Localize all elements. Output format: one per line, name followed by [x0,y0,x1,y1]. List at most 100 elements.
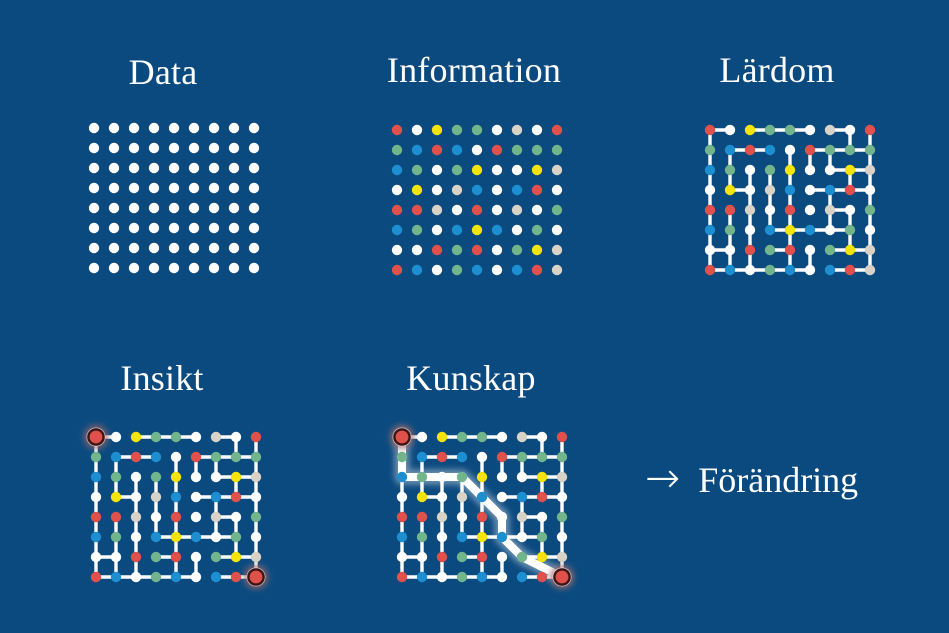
grid-node [476,451,488,463]
grid-node [248,162,260,174]
grid-node [108,262,120,274]
grid-node [90,451,102,463]
grid-node [391,204,403,216]
grid-node [436,511,448,523]
grid-node [110,431,122,443]
grid-node [110,471,122,483]
grid-node [471,224,483,236]
grid-node [411,184,423,196]
grid-node [128,162,140,174]
grid-node [168,222,180,234]
grid-node [704,264,716,276]
grid-node [516,471,528,483]
grid-node [411,204,423,216]
grid-node [491,244,503,256]
grid-node [531,264,543,276]
grid-node [228,222,240,234]
endpoint-node-start[interactable] [86,427,106,447]
grid-node [230,551,242,563]
grid-node [556,511,568,523]
grid-node [476,471,488,483]
grid-node [190,511,202,523]
grid-node [476,491,488,503]
grid-node [168,242,180,254]
grid-node [744,144,756,156]
grid-node [208,222,220,234]
grid-node [148,262,160,274]
grid-node [128,142,140,154]
grid-node [170,471,182,483]
grid-node [511,164,523,176]
endpoint-node-start[interactable] [392,427,412,447]
grid-node [516,431,528,443]
grid-node [128,242,140,254]
grid-node [148,242,160,254]
grid-node [108,142,120,154]
grid-node [248,122,260,134]
endpoint-node-end[interactable] [246,567,266,587]
grid-node [496,551,508,563]
grid-node [208,122,220,134]
grid-node [130,531,142,543]
grid-node [844,224,856,236]
grid-node [496,531,508,543]
grid-node [391,244,403,256]
grid-node [864,184,876,196]
grid-node [804,204,816,216]
grid-node [451,244,463,256]
grid-node [88,262,100,274]
grid-node [411,224,423,236]
outcome-label: Förändring [698,460,859,500]
grid-node [516,511,528,523]
grid-node [824,164,836,176]
grid-node [110,531,122,543]
grid-node [168,142,180,154]
grid-node [396,491,408,503]
grid-node [148,142,160,154]
grid-node [451,164,463,176]
grid-node [864,224,876,236]
grid-node [168,182,180,194]
grid-node [764,244,776,256]
grid-node [531,144,543,156]
grid-node [210,551,222,563]
grid-node [190,531,202,543]
grid-node [168,162,180,174]
grid-node [108,162,120,174]
grid-node [110,491,122,503]
infographic-canvas: Data Information Lärdom Insikt Kunskap → Förän… [0,0,949,633]
grid-node [511,184,523,196]
grid-node [431,184,443,196]
grid-node [784,264,796,276]
grid-node [491,184,503,196]
grid-node [531,224,543,236]
grid-node [108,202,120,214]
grid-node [396,551,408,563]
grid-node [551,124,563,136]
grid-node [248,222,260,234]
grid-node [391,144,403,156]
grid-node [250,491,262,503]
grid-node [556,451,568,463]
endpoint-node-end[interactable] [552,567,572,587]
grid-node [148,162,160,174]
grid-node [724,124,736,136]
grid-node [744,124,756,136]
grid-node [844,264,856,276]
grid-node [248,202,260,214]
panel-title-kunskap: Kunskap [406,358,536,398]
grid-node [431,144,443,156]
grid-node [516,551,528,563]
grid-node [88,162,100,174]
grid-node [804,244,816,256]
grid-node [456,551,468,563]
node-grid-kunskap [392,427,572,587]
grid-node [451,144,463,156]
grid-node [551,164,563,176]
grid-node [704,144,716,156]
grid-node [764,164,776,176]
grid-node [190,551,202,563]
grid-node [824,244,836,256]
grid-node [491,144,503,156]
grid-node [804,264,816,276]
